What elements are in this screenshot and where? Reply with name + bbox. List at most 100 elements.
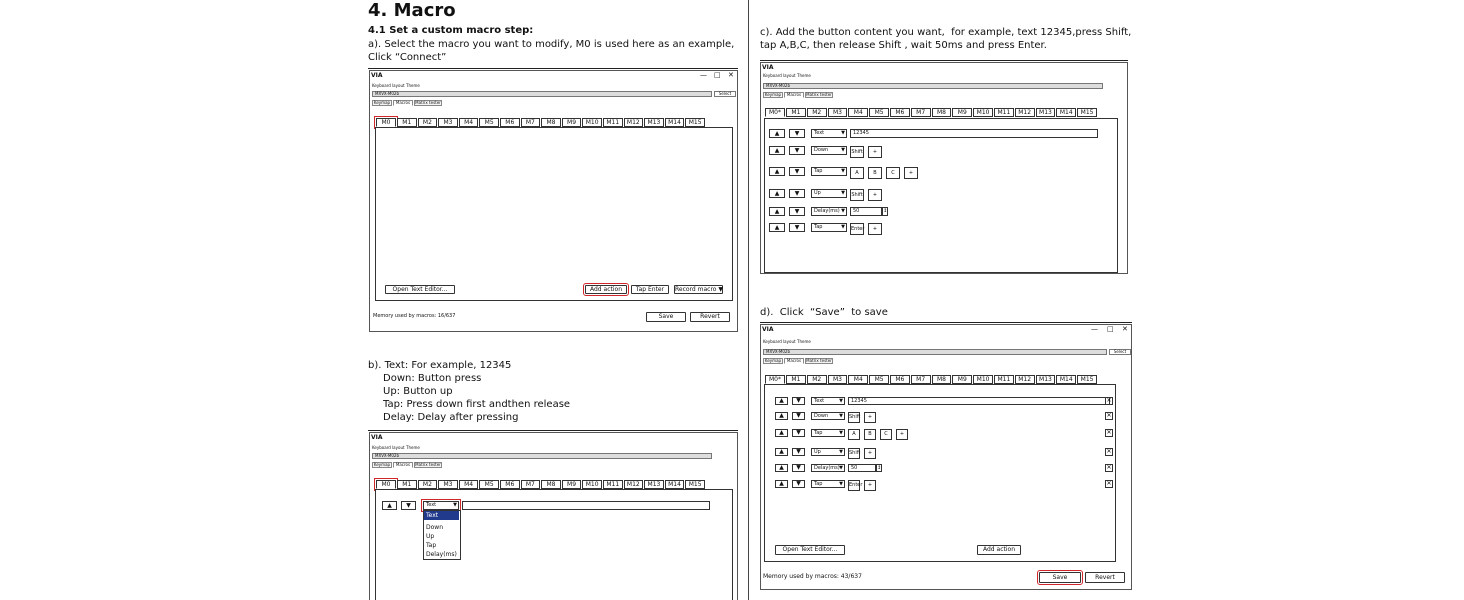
select-button[interactable]: Select <box>714 91 736 97</box>
close-icon[interactable]: ✕ <box>728 71 734 79</box>
move-up-button[interactable]: ▲ <box>769 189 785 198</box>
move-up-button[interactable]: ▲ <box>769 207 785 216</box>
maximize-icon[interactable]: □ <box>714 71 721 79</box>
tab-m4[interactable]: M4 <box>848 108 869 117</box>
menu-theme[interactable]: Theme <box>406 83 420 88</box>
tab-m12[interactable]: M12 <box>1014 375 1035 384</box>
add-key-button[interactable]: + <box>864 412 876 423</box>
move-down-button[interactable]: ▼ <box>789 189 805 198</box>
action-type-select[interactable]: Tap ▼ <box>811 167 847 176</box>
tab-m13[interactable]: M13 <box>1035 375 1056 384</box>
action-type-select[interactable]: Tap ▼ <box>811 429 845 437</box>
move-down-button[interactable]: ▼ <box>789 207 805 216</box>
move-down-button[interactable]: ▼ <box>792 397 805 405</box>
key-chip[interactable]: B <box>864 429 876 440</box>
tab-m3[interactable]: M3 <box>438 480 458 489</box>
tab-macros[interactable]: Macros <box>784 358 804 364</box>
key-chip[interactable]: Enter <box>848 480 862 491</box>
tab-m11[interactable]: M11 <box>602 480 623 489</box>
tab-m5[interactable]: M5 <box>479 480 499 489</box>
tab-m9[interactable]: M9 <box>561 118 582 127</box>
tab-m0[interactable]: M0 <box>374 116 398 129</box>
tab-m4[interactable]: M4 <box>848 375 869 384</box>
key-chip[interactable]: Shift <box>848 448 860 459</box>
tab-m9[interactable]: M9 <box>952 108 973 117</box>
move-up-button[interactable]: ▲ <box>775 480 788 488</box>
move-down-button[interactable]: ▼ <box>792 412 805 420</box>
move-down-button[interactable]: ▼ <box>792 429 805 437</box>
close-icon[interactable]: ✕ <box>1122 325 1128 333</box>
spinner-icon[interactable]: ↕ <box>882 207 888 216</box>
move-down-button[interactable]: ▼ <box>792 480 805 488</box>
tab-m1[interactable]: M1 <box>786 108 806 117</box>
add-key-button[interactable]: + <box>868 146 882 158</box>
tab-m0[interactable]: M0 <box>374 478 398 491</box>
tab-matrix-tester[interactable]: Matrix tester <box>805 92 833 98</box>
text-value-input[interactable]: 12345 <box>848 397 1110 405</box>
key-chip[interactable]: C <box>880 429 892 440</box>
tab-m6[interactable]: M6 <box>499 480 520 489</box>
delay-input[interactable]: 50 <box>850 207 882 216</box>
remove-action-button[interactable]: ✕ <box>1105 429 1113 437</box>
tab-m10[interactable]: M10 <box>973 108 993 117</box>
minimize-icon[interactable]: — <box>700 71 707 79</box>
tab-keymap[interactable]: Keymap <box>372 100 392 106</box>
menu-keyboard-layout[interactable]: Keyboard layout <box>763 339 796 344</box>
tab-matrix-tester[interactable]: Matrix tester <box>805 358 833 364</box>
move-up-button[interactable]: ▲ <box>775 448 788 456</box>
action-type-select[interactable]: Text ▼ <box>811 397 845 405</box>
dropdown-option-down[interactable]: Down <box>424 523 459 532</box>
key-chip[interactable]: B <box>868 167 882 179</box>
remove-action-button[interactable]: ✕ <box>1105 464 1113 472</box>
add-key-button[interactable]: + <box>868 189 882 201</box>
tab-m7[interactable]: M7 <box>910 375 931 384</box>
menu-keyboard-layout[interactable]: Keyboard layout <box>372 445 405 450</box>
move-up-button[interactable]: ▲ <box>775 397 788 405</box>
device-select[interactable]: MXVX-M02b <box>763 83 1103 89</box>
tab-m11[interactable]: M11 <box>602 118 623 127</box>
tab-m9[interactable]: M9 <box>561 480 582 489</box>
tab-m6[interactable]: M6 <box>889 108 910 117</box>
add-key-button[interactable]: + <box>864 480 876 491</box>
tab-m5[interactable]: M5 <box>869 375 889 384</box>
tab-m1[interactable]: M1 <box>397 480 417 489</box>
action-type-select[interactable]: Down ▼ <box>811 412 845 420</box>
dropdown-option-text[interactable]: Text <box>424 511 459 520</box>
key-chip[interactable]: A <box>850 167 864 179</box>
tab-m7[interactable]: M7 <box>910 108 931 117</box>
move-up-button[interactable]: ▲ <box>775 412 788 420</box>
tab-m14[interactable]: M14 <box>1056 108 1077 117</box>
tab-m5[interactable]: M5 <box>479 118 499 127</box>
record-macro-button[interactable]: Record macro ▼ <box>674 285 723 294</box>
tab-m1[interactable]: M1 <box>786 375 806 384</box>
text-value-input[interactable]: 12345 <box>850 129 1098 138</box>
device-select[interactable]: MXVX-M02b <box>372 453 712 459</box>
add-key-button[interactable]: + <box>864 448 876 459</box>
remove-action-button[interactable]: ✕ <box>1105 412 1113 420</box>
key-chip[interactable]: Shift <box>850 189 864 201</box>
tab-m7[interactable]: M7 <box>520 480 541 489</box>
tab-macros[interactable]: Macros <box>393 462 413 468</box>
move-down-button[interactable]: ▼ <box>789 167 805 176</box>
tab-m3[interactable]: M3 <box>438 118 458 127</box>
dropdown-option-delayms[interactable]: Delay(ms) <box>424 550 459 559</box>
add-key-button[interactable]: + <box>904 167 918 179</box>
action-type-select[interactable]: Up ▼ <box>811 448 845 456</box>
menu-theme[interactable]: Theme <box>797 73 811 78</box>
tab-m2[interactable]: M2 <box>806 108 827 117</box>
add-action-button[interactable]: Add action <box>583 283 629 296</box>
tab-m13[interactable]: M13 <box>1035 108 1056 117</box>
revert-button[interactable]: Revert <box>1085 572 1125 583</box>
add-key-button[interactable]: + <box>868 223 882 235</box>
move-down-button[interactable]: ▼ <box>792 464 805 472</box>
move-down-button[interactable]: ▼ <box>789 129 805 138</box>
action-type-select[interactable]: Text ▼ <box>811 129 847 138</box>
move-down-button[interactable]: ▼ <box>789 223 805 232</box>
move-down-button[interactable]: ▼ <box>401 501 416 510</box>
key-chip[interactable]: Shift <box>850 146 864 158</box>
tab-matrix-tester[interactable]: Matrix tester <box>414 100 442 106</box>
tab-m4[interactable]: M4 <box>458 480 479 489</box>
key-chip[interactable]: Shift <box>848 412 860 423</box>
tab-keymap[interactable]: Keymap <box>763 92 783 98</box>
tab-m9[interactable]: M9 <box>952 375 973 384</box>
